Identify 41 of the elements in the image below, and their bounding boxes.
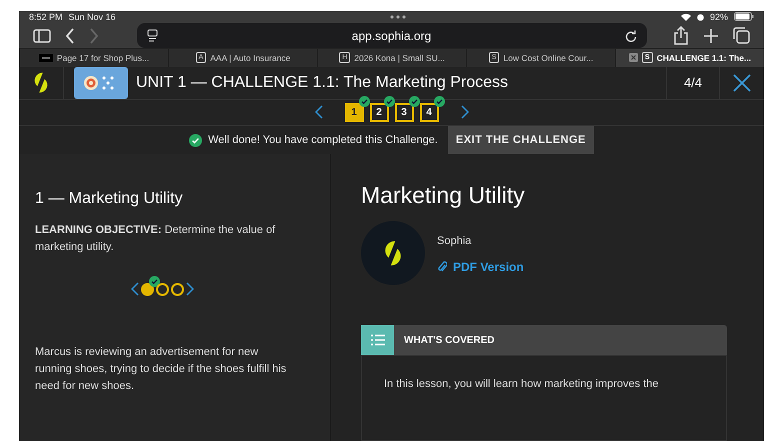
favicon-icon [38, 54, 53, 62]
sidebar-icon[interactable] [33, 28, 51, 43]
status-time: 8:52 PM [29, 12, 63, 22]
logo-icon [32, 71, 50, 94]
completion-message: Well done! You have completed this Challenge. [208, 134, 438, 146]
list-icon [361, 325, 394, 356]
progress-count: 4/4 [666, 66, 720, 99]
battery-percent: 92% [710, 12, 728, 22]
covered-heading: WHAT'S COVERED [404, 334, 495, 346]
author-name: Sophia [437, 234, 472, 249]
page-dot[interactable] [141, 282, 154, 296]
close-icon[interactable] [733, 74, 751, 92]
previous-icon[interactable] [314, 105, 322, 120]
battery-icon [734, 12, 754, 22]
wifi-icon [681, 12, 691, 21]
previous-icon[interactable] [131, 282, 139, 296]
step-button[interactable]: 1 [344, 102, 364, 122]
page-dot[interactable] [156, 282, 169, 296]
challenge-title: UNIT 1 — CHALLENGE 1.1: The Marketing Process [136, 74, 509, 92]
next-icon[interactable] [460, 105, 468, 120]
lesson-title: Marketing Utility [361, 182, 526, 210]
next-icon[interactable] [186, 282, 194, 296]
more-dots-icon [390, 14, 406, 19]
covered-text: In this lesson, you will learn how marketing improves the [384, 378, 659, 390]
share-icon[interactable] [673, 26, 689, 46]
pdf-link[interactable]: PDF Version [437, 260, 524, 274]
status-date: Sun Nov 16 [68, 12, 116, 22]
paperclip-icon [437, 260, 447, 273]
address-bar[interactable]: app.sophia.org [137, 23, 647, 48]
reader-icon[interactable] [147, 29, 158, 42]
page-dot[interactable] [171, 282, 184, 296]
plus-icon[interactable] [703, 28, 719, 44]
scenario-paragraph: Marcus is reviewing an advertisement for new running shoes, trying to decide if the shoes fulfill his need for new shoes. [35, 345, 288, 394]
back-icon[interactable] [65, 28, 75, 44]
section-heading: 1 — Marketing Utility [35, 190, 184, 208]
learning-objective: LEARNING OBJECTIVE: Determine the value of marketing utility. [35, 223, 276, 256]
tabs-icon[interactable] [733, 27, 750, 44]
success-icon [189, 134, 202, 147]
exit-challenge-button[interactable]: EXIT THE CHALLENGE [448, 126, 594, 154]
close-icon[interactable] [628, 53, 638, 62]
reload-icon[interactable] [625, 30, 637, 42]
